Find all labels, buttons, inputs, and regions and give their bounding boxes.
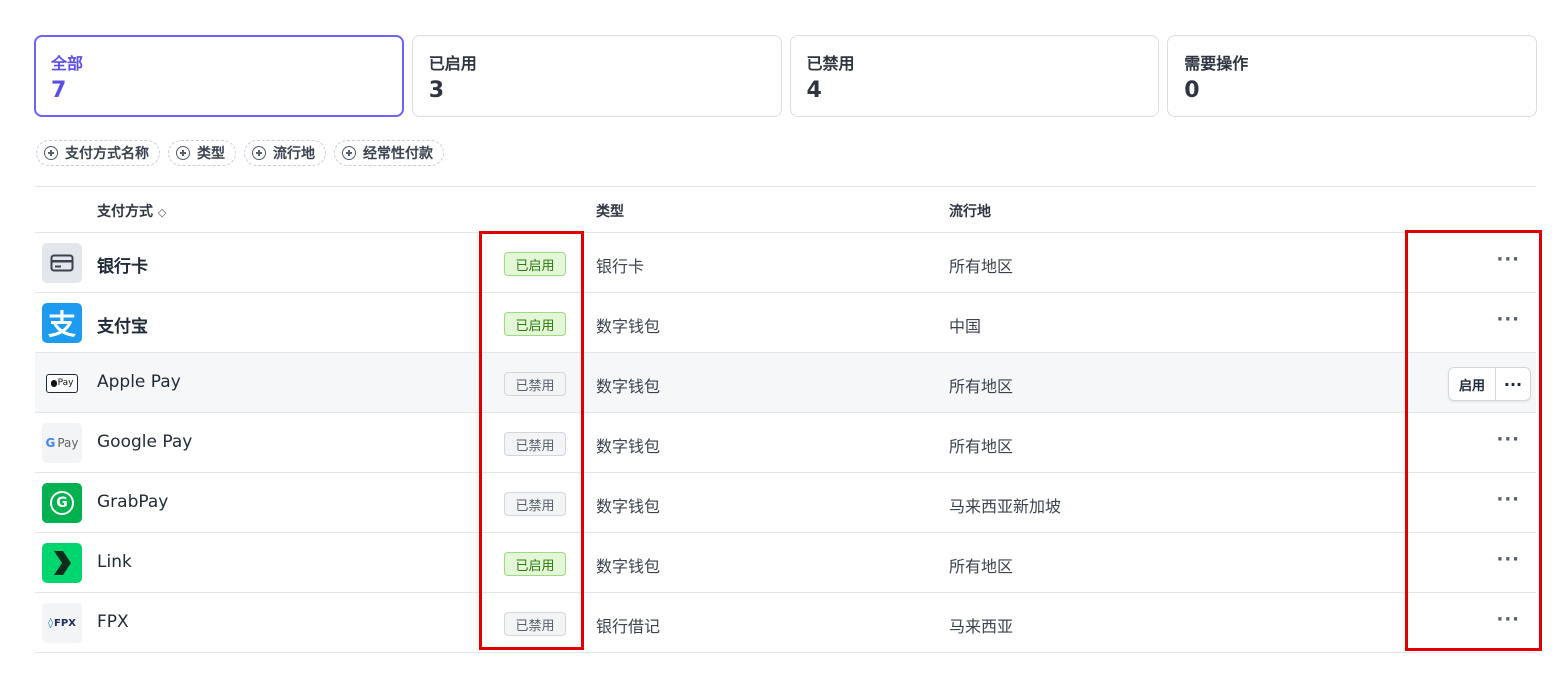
google-pay-logo: G Pay bbox=[42, 423, 82, 463]
add-circle-icon bbox=[342, 146, 356, 160]
summary-card-all[interactable]: 全部 7 bbox=[34, 35, 404, 117]
logo-text: Pay bbox=[57, 436, 79, 450]
table-row[interactable]: Link 已启用 数字钱包 所有地区 ··· bbox=[35, 533, 1536, 593]
method-type: 银行卡 bbox=[596, 257, 645, 276]
method-name: Link bbox=[97, 552, 132, 572]
column-header-method[interactable]: 支付方式 ◇ bbox=[97, 201, 166, 221]
alipay-logo: 支 bbox=[42, 303, 82, 343]
summary-card-disabled[interactable]: 已禁用 4 bbox=[789, 35, 1160, 117]
table-row[interactable]: 支 支付宝 已启用 数字钱包 中国 ··· bbox=[35, 293, 1536, 353]
method-name: Apple Pay bbox=[97, 372, 181, 392]
grabpay-logo: G bbox=[42, 483, 82, 523]
filter-type[interactable]: 类型 bbox=[168, 140, 236, 166]
fpx-arrows-icon: ◊ bbox=[48, 617, 54, 629]
chevron-right-icon bbox=[54, 551, 71, 575]
column-header-region: 流行地 bbox=[949, 204, 991, 220]
method-region: 所有地区 bbox=[949, 437, 1014, 456]
apple-pay-logo: Pay bbox=[46, 373, 78, 393]
method-name: 银行卡 bbox=[97, 257, 148, 277]
summary-label: 已禁用 bbox=[806, 54, 855, 73]
method-type: 银行借记 bbox=[596, 617, 661, 636]
apple-icon bbox=[50, 379, 57, 387]
summary-count: 0 bbox=[1184, 78, 1200, 103]
column-header-type: 类型 bbox=[596, 204, 624, 220]
method-type: 数字钱包 bbox=[596, 497, 661, 516]
table-row[interactable]: Pay Apple Pay 已禁用 数字钱包 所有地区 启用 ··· bbox=[35, 353, 1536, 413]
summary-count: 4 bbox=[806, 78, 822, 103]
payment-methods-table: 支付方式 ◇ 类型 流行地 银行卡 已启用 银行卡 所有地区 ··· 支 支付宝… bbox=[35, 186, 1536, 653]
method-region: 马来西亚新加坡 bbox=[949, 497, 1062, 516]
method-region: 中国 bbox=[949, 317, 982, 336]
summary-cards: 全部 7 已启用 3 已禁用 4 需要操作 0 bbox=[34, 35, 1537, 117]
summary-label: 需要操作 bbox=[1184, 54, 1249, 73]
method-region: 所有地区 bbox=[949, 377, 1014, 396]
method-name: FPX bbox=[97, 612, 129, 632]
summary-label: 全部 bbox=[51, 54, 84, 73]
logo-text: Pay bbox=[57, 378, 74, 388]
filter-label: 流行地 bbox=[273, 146, 315, 162]
column-label: 支付方式 bbox=[97, 204, 153, 220]
filter-label: 类型 bbox=[197, 146, 225, 162]
summary-card-action-needed[interactable]: 需要操作 0 bbox=[1167, 35, 1537, 117]
table-header: 支付方式 ◇ 类型 流行地 bbox=[35, 187, 1536, 233]
logo-text: FPX bbox=[54, 617, 76, 629]
method-region: 所有地区 bbox=[949, 557, 1014, 576]
table-row[interactable]: G GrabPay 已禁用 数字钱包 马来西亚新加坡 ··· bbox=[35, 473, 1536, 533]
filter-region[interactable]: 流行地 bbox=[244, 140, 326, 166]
filter-bar: 支付方式名称 类型 流行地 经常性付款 bbox=[36, 140, 444, 166]
method-region: 马来西亚 bbox=[949, 617, 1014, 636]
actions-column-highlight bbox=[1405, 230, 1542, 651]
method-type: 数字钱包 bbox=[596, 377, 661, 396]
status-column-highlight bbox=[479, 231, 584, 650]
filter-payment-method-name[interactable]: 支付方式名称 bbox=[36, 140, 160, 166]
grab-g-icon: G bbox=[50, 491, 74, 515]
table-row[interactable]: G Pay Google Pay 已禁用 数字钱包 所有地区 ··· bbox=[35, 413, 1536, 473]
filter-label: 支付方式名称 bbox=[65, 146, 149, 162]
google-g-icon: G bbox=[45, 436, 56, 450]
method-type: 数字钱包 bbox=[596, 437, 661, 456]
filter-recurring[interactable]: 经常性付款 bbox=[334, 140, 444, 166]
method-name: Google Pay bbox=[97, 432, 193, 452]
add-circle-icon bbox=[252, 146, 266, 160]
summary-count: 3 bbox=[428, 78, 445, 103]
link-logo bbox=[42, 543, 82, 583]
add-circle-icon bbox=[176, 146, 190, 160]
summary-count: 7 bbox=[51, 78, 67, 103]
method-region: 所有地区 bbox=[949, 257, 1014, 276]
card-icon bbox=[42, 243, 82, 283]
table-row[interactable]: 银行卡 已启用 银行卡 所有地区 ··· bbox=[35, 233, 1536, 293]
method-type: 数字钱包 bbox=[596, 317, 661, 336]
method-name: 支付宝 bbox=[97, 317, 148, 337]
table-row[interactable]: ◊ FPX FPX 已禁用 银行借记 马来西亚 ··· bbox=[35, 593, 1536, 653]
summary-card-enabled[interactable]: 已启用 3 bbox=[411, 35, 782, 117]
summary-label: 已启用 bbox=[428, 54, 477, 73]
sort-icon: ◇ bbox=[157, 206, 167, 219]
fpx-logo: ◊ FPX bbox=[42, 603, 82, 643]
add-circle-icon bbox=[44, 146, 58, 160]
method-name: GrabPay bbox=[97, 492, 169, 512]
filter-label: 经常性付款 bbox=[363, 146, 433, 162]
apple-pay-logo-wrapper: Pay bbox=[42, 363, 82, 403]
method-type: 数字钱包 bbox=[596, 557, 661, 576]
